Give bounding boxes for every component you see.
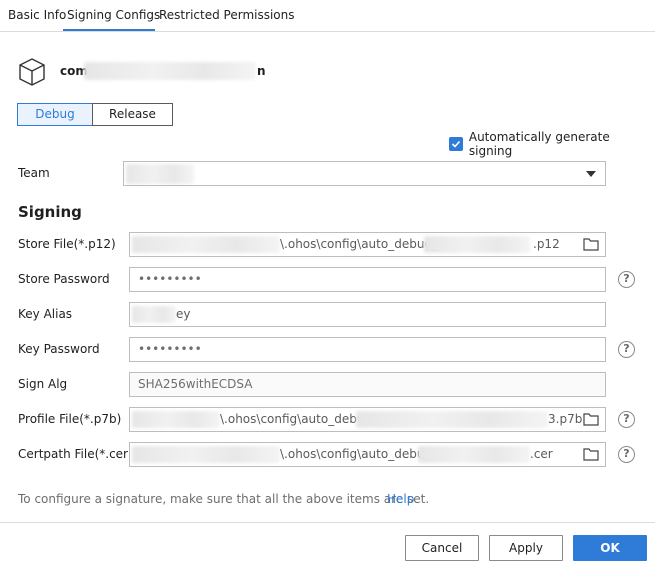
help-link[interactable]: Help (387, 492, 414, 506)
cube-icon (16, 56, 48, 88)
folder-icon[interactable] (583, 447, 599, 461)
key-password-label: Key Password (18, 342, 100, 356)
redacted-path (132, 411, 220, 428)
key-alias-input[interactable]: ey (129, 302, 606, 327)
help-icon[interactable]: ? (618, 446, 635, 463)
checkmark-icon (451, 140, 461, 148)
redacted-module-name (84, 62, 256, 80)
certpath-file-path: \.ohos\config\auto_debug (280, 447, 433, 461)
signing-section-title: Signing (18, 203, 82, 221)
module-name-suffix: n (257, 64, 266, 78)
redacted-path (132, 236, 280, 253)
sign-alg-value: SHA256withECDSA (138, 377, 253, 391)
folder-icon[interactable] (583, 412, 599, 426)
cancel-button[interactable]: Cancel (405, 535, 479, 561)
key-password-input[interactable]: ••••••••• (129, 337, 606, 362)
auto-sign-label: Automatically generate signing (468, 130, 610, 158)
team-select[interactable] (123, 161, 606, 186)
apply-button[interactable]: Apply (489, 535, 563, 561)
certpath-file-input[interactable]: \.ohos\config\auto_debug .cer (129, 442, 606, 467)
tab-restricted-permissions[interactable]: Restricted Permissions (159, 8, 295, 22)
folder-icon[interactable] (583, 237, 599, 251)
store-password-label: Store Password (18, 272, 110, 286)
store-file-path: \.ohos\config\auto_debug_ (280, 237, 439, 251)
key-password-value: ••••••••• (138, 342, 202, 356)
redacted-alias (132, 306, 176, 323)
footer-divider (0, 522, 655, 523)
store-password-input[interactable]: ••••••••• (129, 267, 606, 292)
key-alias-label: Key Alias (18, 307, 73, 321)
redacted-path (356, 411, 548, 428)
redacted-path (418, 446, 530, 463)
profile-file-input[interactable]: \.ohos\config\auto_debug 3.p7b (129, 407, 606, 432)
store-file-label: Store File(*.p12) (18, 237, 116, 251)
profile-file-path: \.ohos\config\auto_debug (220, 412, 373, 426)
ok-button[interactable]: OK (573, 535, 647, 561)
sign-alg-label: Sign Alg (18, 377, 68, 391)
sign-alg-input[interactable]: SHA256withECDSA (129, 372, 606, 397)
store-password-value: ••••••••• (138, 272, 202, 286)
help-icon[interactable]: ? (618, 271, 635, 288)
tab-bar: Basic Info Signing Configs Restricted Pe… (0, 0, 655, 32)
store-file-ext: .p12 (533, 237, 560, 251)
redacted-path (132, 446, 280, 463)
help-icon[interactable]: ? (618, 341, 635, 358)
help-icon[interactable]: ? (618, 411, 635, 428)
auto-sign-row[interactable]: Automatically generate signing (449, 130, 655, 158)
active-tab-indicator (63, 29, 155, 31)
profile-file-label: Profile File(*.p7b) (18, 412, 122, 426)
tab-signing-configs[interactable]: Signing Configs (67, 8, 160, 22)
redacted-team (126, 164, 194, 184)
chevron-down-icon (586, 171, 596, 177)
profile-file-ext: 3.p7b (548, 412, 583, 426)
signature-hint: To configure a signature, make sure that… (18, 492, 430, 506)
release-mode-button[interactable]: Release (92, 103, 173, 126)
team-label: Team (18, 166, 50, 180)
certpath-file-ext: .cer (530, 447, 553, 461)
store-file-input[interactable]: \.ohos\config\auto_debug_ .p12 (129, 232, 606, 257)
certpath-file-label: Certpath File(*.cer) (18, 447, 133, 461)
tab-basic-info[interactable]: Basic Info (8, 8, 66, 22)
debug-mode-button[interactable]: Debug (17, 103, 93, 126)
redacted-path (424, 236, 530, 253)
auto-sign-checkbox[interactable] (449, 137, 463, 151)
key-alias-value: ey (176, 307, 191, 321)
